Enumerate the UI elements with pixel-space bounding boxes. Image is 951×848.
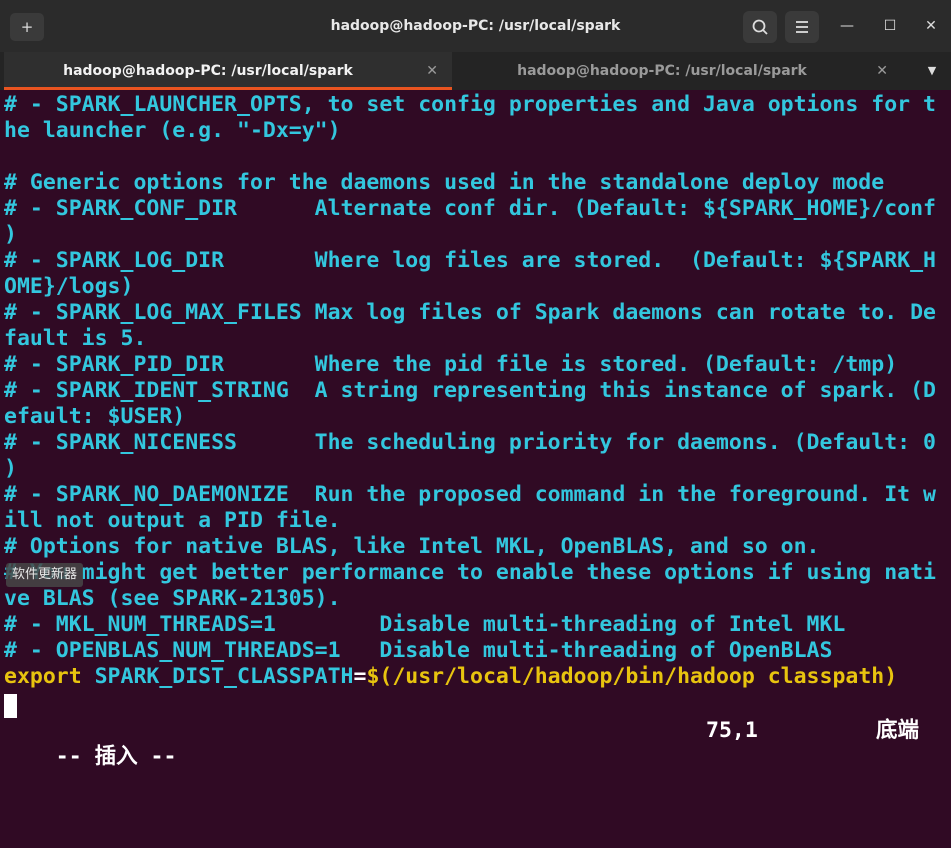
search-button[interactable] xyxy=(743,11,777,43)
terminal-line: efault: $USER) xyxy=(4,404,186,429)
terminal-line: # - SPARK_NICENESS The scheduling priori… xyxy=(4,430,936,455)
tab-spark-1[interactable]: hadoop@hadoop-PC: /usr/local/spark ✕ xyxy=(4,52,452,90)
search-icon xyxy=(752,19,768,35)
terminal-line: ) xyxy=(4,456,17,481)
tab-spark-2[interactable]: hadoop@hadoop-PC: /usr/local/spark ✕ xyxy=(462,52,902,90)
terminal-line: # - OPENBLAS_NUM_THREADS=1 Disable multi… xyxy=(4,638,833,663)
terminal-line: # You might get better performance to en… xyxy=(4,560,936,585)
terminal-line: # Options for native BLAS, like Intel MK… xyxy=(4,534,820,559)
terminal-line: # - SPARK_LOG_MAX_FILES Max log files of… xyxy=(4,300,936,325)
export-equals: = xyxy=(353,664,367,689)
title-bar: + hadoop@hadoop-PC: /usr/local/spark — ☐… xyxy=(0,0,951,52)
new-tab-icon: + xyxy=(20,18,34,36)
text-cursor xyxy=(4,694,17,718)
new-tab-button[interactable]: + xyxy=(10,13,44,41)
terminal-area[interactable]: # - SPARK_LAUNCHER_OPTS, to set config p… xyxy=(0,90,951,769)
terminal-line: ve BLAS (see SPARK-21305). xyxy=(4,586,341,611)
export-variable: SPARK_DIST_CLASSPATH xyxy=(81,664,354,689)
maximize-icon: ☐ xyxy=(883,18,897,34)
maximize-button[interactable]: ☐ xyxy=(878,14,902,38)
cursor-position: 75,1 xyxy=(706,718,758,743)
vim-status-line: -- 插入 -- 75,1 底端 xyxy=(4,718,949,769)
minimize-icon: — xyxy=(840,18,854,34)
close-button[interactable]: ✕ xyxy=(919,14,943,38)
tab-close-icon[interactable]: ✕ xyxy=(426,52,438,90)
terminal-line: fault is 5. xyxy=(4,326,147,351)
export-line: export SPARK_DIST_CLASSPATH=$(/usr/local… xyxy=(4,664,897,690)
terminal-line: # Generic options for the daemons used i… xyxy=(4,170,885,195)
scroll-position: 底端 xyxy=(876,718,920,743)
tab-list-button[interactable]: ▼ xyxy=(918,52,946,90)
export-value: $(/usr/local/hadoop/bin/hadoop classpath… xyxy=(366,664,898,689)
terminal-line: ) xyxy=(4,222,17,247)
vim-mode: -- 插入 -- xyxy=(55,744,177,769)
hamburger-icon xyxy=(796,21,808,33)
menu-button[interactable] xyxy=(785,11,819,43)
export-keyword: export xyxy=(4,664,82,689)
terminal-line: # - SPARK_NO_DAEMONIZE Run the proposed … xyxy=(4,482,936,507)
close-icon: ✕ xyxy=(925,18,937,34)
terminal-line: ill not output a PID file. xyxy=(4,508,341,533)
tab-label: hadoop@hadoop-PC: /usr/local/spark xyxy=(517,63,807,79)
tooltip: 软件更新器 xyxy=(6,563,84,587)
terminal-line: # - SPARK_IDENT_STRING A string represen… xyxy=(4,378,936,403)
tab-close-icon[interactable]: ✕ xyxy=(876,52,888,90)
terminal-line: he launcher (e.g. "-Dx=y") xyxy=(4,118,341,143)
terminal-line: # - SPARK_PID_DIR Where the pid file is … xyxy=(4,352,898,377)
terminal-line: # - SPARK_LOG_DIR Where log files are st… xyxy=(4,248,936,273)
chevron-down-icon: ▼ xyxy=(927,64,937,77)
terminal-line: # - SPARK_CONF_DIR Alternate conf dir. (… xyxy=(4,196,936,221)
terminal-line: OME}/logs) xyxy=(4,274,134,299)
terminal-line: # - MKL_NUM_THREADS=1 Disable multi-thre… xyxy=(4,612,846,637)
minimize-button[interactable]: — xyxy=(835,14,859,38)
tab-bar: hadoop@hadoop-PC: /usr/local/spark ✕ had… xyxy=(0,52,951,90)
tab-label: hadoop@hadoop-PC: /usr/local/spark xyxy=(63,63,353,79)
terminal-line: # - SPARK_LAUNCHER_OPTS, to set config p… xyxy=(4,92,936,117)
